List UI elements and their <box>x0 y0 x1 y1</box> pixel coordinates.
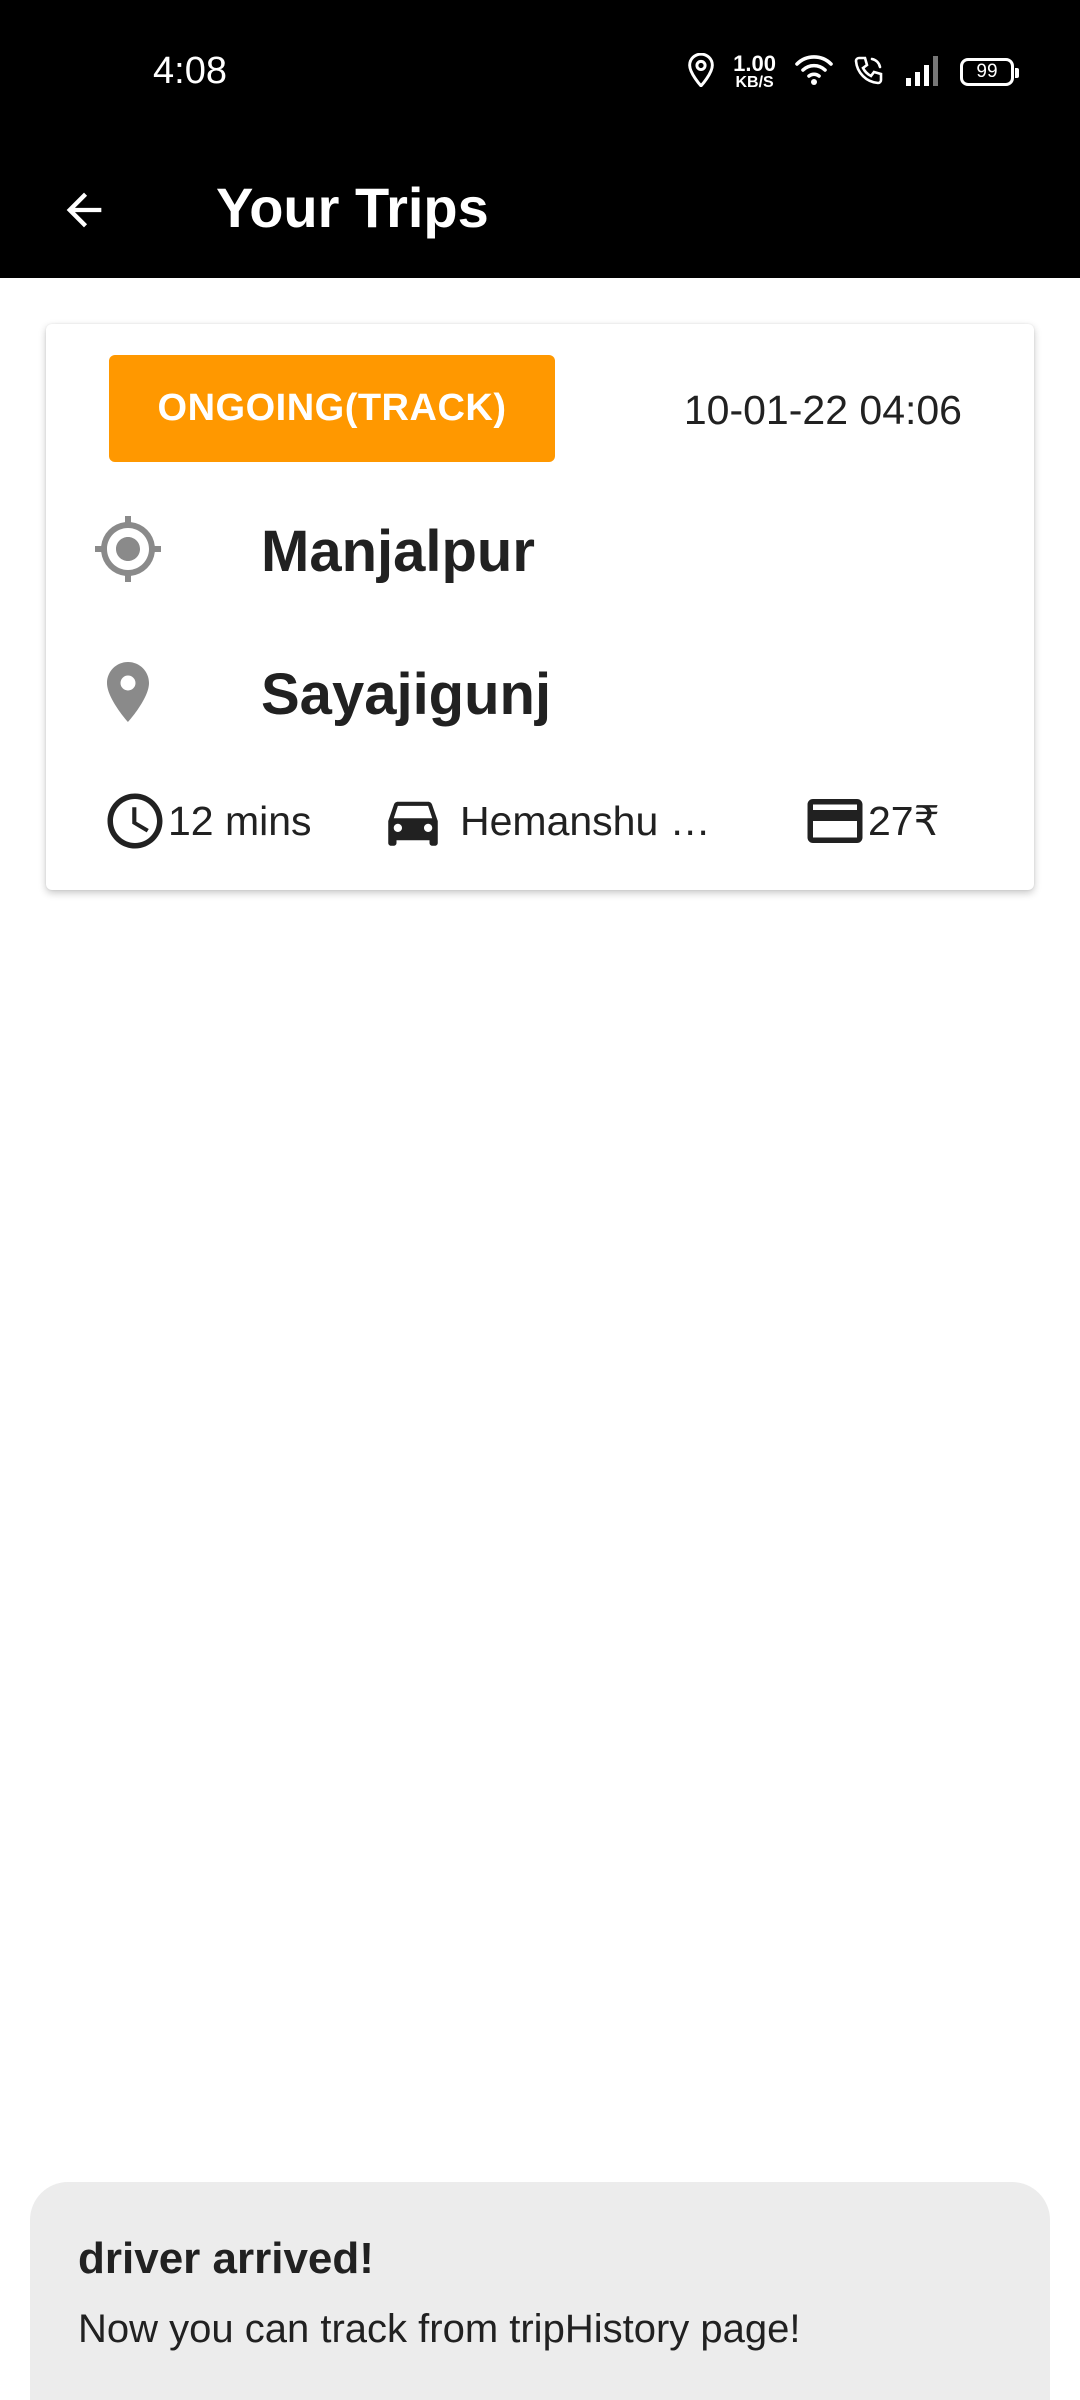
trip-duration: 12 mins <box>102 786 312 856</box>
trip-fare: 27₹ <box>802 786 940 856</box>
track-trip-button[interactable]: ONGOING(TRACK) <box>109 355 555 462</box>
status-time: 4:08 <box>153 50 227 92</box>
cellular-signal-icon <box>904 53 942 92</box>
clock-icon <box>107 793 163 849</box>
toast-title: driver arrived! <box>78 2234 374 2283</box>
fare-amount: 27₹ <box>868 798 940 844</box>
page-title: Your Trips <box>216 176 489 239</box>
status-icons: 1.00 KB/S 99 <box>687 50 1019 94</box>
battery-level: 99 <box>976 61 998 82</box>
arrow-back-icon <box>66 192 102 228</box>
trip-meta-row: 12 mins Hemanshu … 27₹ <box>46 786 1034 856</box>
trip-datetime: 10-01-22 04:06 <box>683 387 962 433</box>
trip-driver: Hemanshu … <box>374 786 711 856</box>
network-speed: 1.00 KB/S <box>733 53 776 91</box>
network-speed-unit: KB/S <box>735 74 774 91</box>
battery-icon: 99 <box>960 58 1019 86</box>
pickup-location: Manjalpur <box>261 519 535 584</box>
gps-target-icon <box>95 516 161 582</box>
pickup-row: Manjalpur <box>46 499 1034 599</box>
trip-duration-text: 12 mins <box>168 797 312 844</box>
status-bar: 4:08 1.00 KB/S 99 <box>0 0 1080 140</box>
driver-name: Hemanshu … <box>460 797 711 844</box>
car-icon <box>388 801 438 846</box>
wifi-icon <box>794 53 834 92</box>
location-icon <box>687 52 715 92</box>
dropoff-location: Sayajigunj <box>261 662 552 727</box>
app-bar: Your Trips <box>0 140 1080 278</box>
notification-toast: driver arrived! Now you can track from t… <box>30 2182 1050 2400</box>
map-pin-icon <box>107 662 149 722</box>
credit-card-icon <box>807 799 863 843</box>
trip-card[interactable]: ONGOING(TRACK) 10-01-22 04:06 Manjalpur … <box>46 324 1034 890</box>
wifi-calling-icon <box>852 53 886 92</box>
toast-message: Now you can track from tripHistory page! <box>78 2307 801 2351</box>
back-button[interactable] <box>44 170 124 250</box>
dropoff-row: Sayajigunj <box>46 642 1034 742</box>
network-speed-value: 1.00 <box>733 51 776 76</box>
